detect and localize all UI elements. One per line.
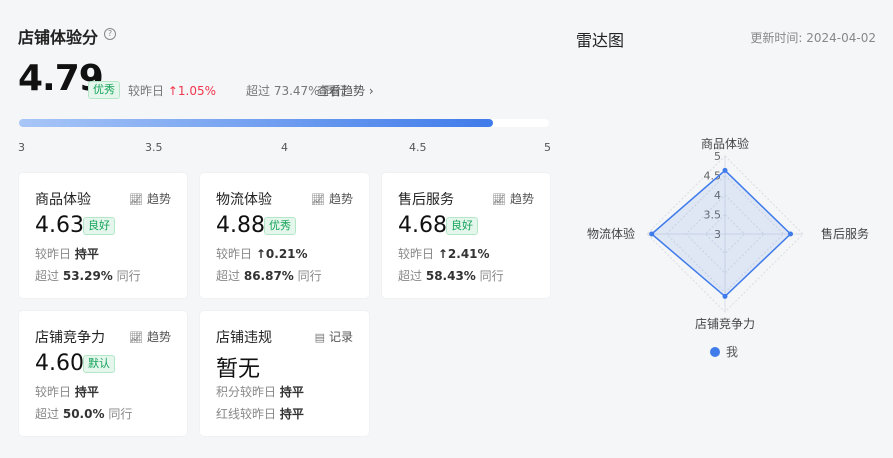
arrow-up-icon: ↑ [167,84,178,98]
radar-axis-label: 物流体验 [587,226,635,241]
card-store-competitiveness: 店铺竞争力 📈︎ 趋势 4.60 默认 较昨日 持平 超过 50.0% 同行 [19,311,187,436]
tick-label: 5 [544,141,551,154]
radar-ring-label: 5 [714,150,721,163]
legend-dot-icon [710,347,720,357]
card-vs-yesterday: 较昨日 持平 [35,385,99,399]
level-badge: 优秀 [88,81,120,99]
chevron-right-icon: › [368,84,374,98]
tick-label: 3 [18,141,25,154]
card-score: 暂无 [216,357,261,382]
card-vs-yesterday: 较昨日 ↑0.21% [216,247,308,261]
card-badge: 默认 [83,355,115,373]
tick-label: 4 [281,141,288,154]
chart-line-icon: 📈︎ [129,193,143,206]
card-exceed: 超过 53.29% 同行 [35,269,141,283]
card-exceed: 超过 58.43% 同行 [398,269,504,283]
legend-label: 我 [726,345,739,359]
trend-button[interactable]: 📈︎ 趋势 [129,328,171,345]
card-score: 4.88 [216,213,265,238]
score-progress-bar [19,119,549,127]
view-trend-label: 查看趋势 [317,84,366,98]
radar-title: 雷达图 [576,31,625,50]
card-vs-yesterday: 较昨日 持平 [35,247,99,261]
vs-yesterday-value: 1.05% [177,84,217,98]
trend-button[interactable]: 📈︎ 趋势 [492,190,534,207]
radar-point [788,231,794,237]
trend-label: 趋势 [328,192,353,206]
record-button[interactable]: ▤ 记录 [315,328,353,345]
view-trend-link[interactable]: 查看趋势 › [317,82,374,99]
card-redline-vs-yesterday: 红线较昨日 持平 [216,407,304,421]
chart-line-icon: 📈︎ [311,193,325,206]
card-title: 店铺违规 [216,330,272,346]
card-exceed: 超过 86.87% 同行 [216,269,322,283]
vs-yesterday-label: 较昨日 [128,84,165,98]
trend-button[interactable]: 📈︎ 趋势 [311,190,353,207]
card-score: 4.60 [35,351,84,376]
radar-point [722,293,728,299]
chart-line-icon: 📈︎ [492,193,506,206]
question-circle-icon[interactable]: ? [104,28,116,40]
card-product-experience: 商品体验 📈︎ 趋势 4.63 良好 较昨日 持平 超过 53.29% 同行 [19,173,187,298]
record-label: 记录 [328,330,353,344]
card-score: 4.63 [35,213,84,238]
card-after-sales-service: 售后服务 📈︎ 趋势 4.68 良好 较昨日 ↑2.41% 超过 58.43% 同… [382,173,550,298]
chart-line-icon: 📈︎ [129,331,143,344]
page-title: 店铺体验分 [18,28,99,47]
card-title: 店铺竞争力 [35,330,105,346]
card-badge: 良好 [446,217,478,235]
card-exceed: 超过 50.0% 同行 [35,407,133,421]
card-badge: 优秀 [264,217,296,235]
radar-axis-label: 商品体验 [701,136,749,151]
card-score: 4.68 [398,213,447,238]
updated-time: 更新时间: 2024-04-02 [750,31,876,45]
radar-point [649,231,655,237]
radar-chart: 54.543.53 商品体验售后服务店铺竞争力物流体验 [587,136,869,331]
card-badge: 良好 [83,217,115,235]
card-points-vs-yesterday: 积分较昨日 持平 [216,385,304,399]
score-progress-fill [19,119,494,127]
radar-legend[interactable]: 我 [710,343,738,360]
tick-label: 3.5 [145,141,163,154]
card-vs-yesterday: 较昨日 ↑2.41% [398,247,490,261]
radar-axis-label: 店铺竞争力 [695,317,755,331]
trend-label: 趋势 [146,330,171,344]
trend-button[interactable]: 📈︎ 趋势 [129,190,171,207]
radar-axis-label: 售后服务 [821,226,869,241]
tick-label: 4.5 [409,141,427,154]
vs-yesterday: 较昨日 ↑1.05% [128,82,216,99]
card-title: 售后服务 [398,192,454,208]
card-store-violations: 店铺违规 ▤ 记录 暂无 积分较昨日 持平 红线较昨日 持平 [200,311,369,436]
card-title: 商品体验 [35,192,91,208]
radar-point [722,167,728,173]
trend-label: 趋势 [509,192,534,206]
record-list-icon: ▤ [314,331,325,344]
card-logistics-experience: 物流体验 📈︎ 趋势 4.88 优秀 较昨日 ↑0.21% 超过 86.87% 同… [200,173,369,298]
radar-series-area [650,169,792,298]
card-title: 物流体验 [216,192,272,208]
trend-label: 趋势 [146,192,171,206]
